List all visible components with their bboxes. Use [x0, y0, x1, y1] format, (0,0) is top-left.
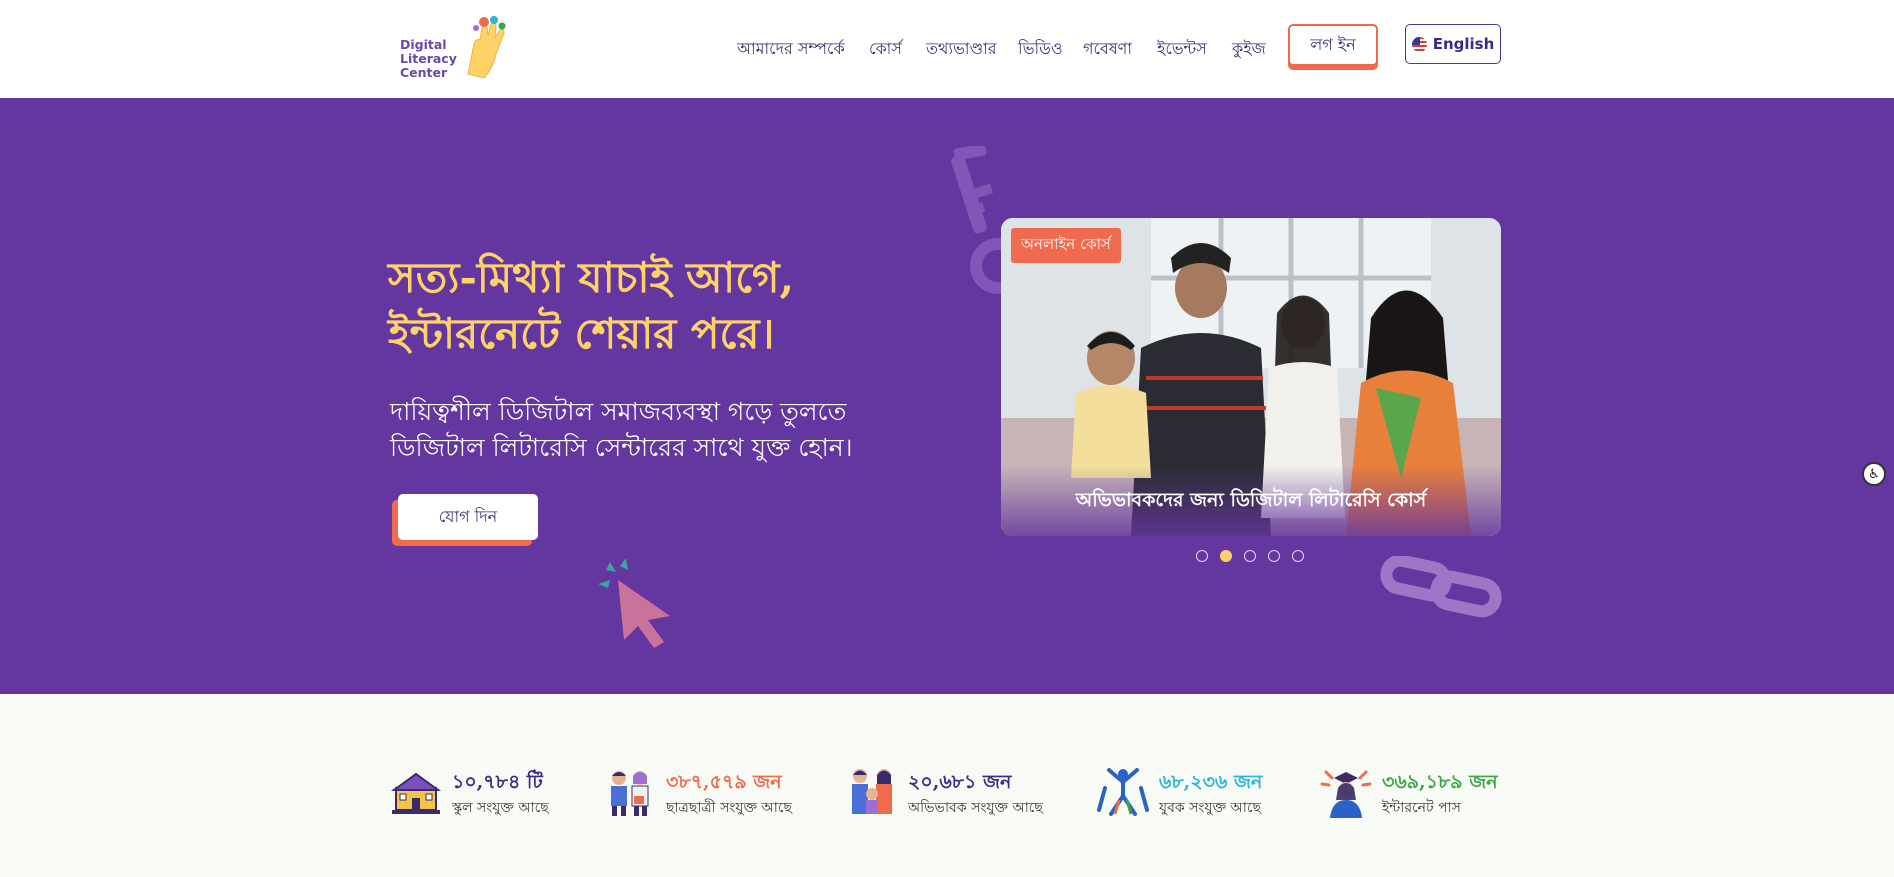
hero-subtitle-line-2: ডিজিটাল লিটারেসি সেন্টারের সাথে যুক্ত হো… — [390, 433, 853, 462]
hero-title: সত্য-মিথ্যা যাচাই আগে, ইন্টারনেটে শেয়ার… — [388, 250, 908, 362]
login-button[interactable]: লগ ইন — [1288, 24, 1378, 66]
nav-item-resources[interactable]: তথ্যভাণ্ডার — [926, 36, 997, 63]
slider-dot[interactable] — [1196, 550, 1208, 562]
site-logo[interactable]: Digital Literacy Center — [398, 14, 508, 82]
hero-title-line-1: সত্য-মিথ্যা যাচাই আগে, — [388, 253, 795, 302]
stat-label: যুবক সংযুক্ত আছে — [1159, 800, 1261, 816]
nav-item-events[interactable]: ইভেন্টস — [1157, 36, 1207, 63]
logo-text: Digital Literacy Center — [400, 37, 457, 80]
language-label: English — [1432, 35, 1495, 53]
slider-dot-active[interactable] — [1220, 550, 1232, 562]
us-flag-icon — [1411, 36, 1427, 52]
slider-dots — [1196, 550, 1304, 562]
language-button[interactable]: English — [1405, 24, 1501, 64]
nav-item-quiz[interactable]: কুইজ — [1232, 36, 1266, 63]
school-icon — [390, 772, 442, 814]
hero-title-line-2: ইন্টারনেটে শেয়ার পরে। — [388, 309, 775, 358]
hero-subtitle: দায়িত্বশীল ডিজিটাল সমাজব্যবস্থা গড়ে তু… — [390, 394, 890, 466]
slide-caption: অভিভাবকদের জন্য ডিজিটাল লিটারেসি কোর্স — [1001, 466, 1501, 536]
stat-label: অভিভাবক সংযুক্ত আছে — [908, 800, 1043, 816]
nav-item-videos[interactable]: ভিডিও — [1018, 36, 1063, 63]
nav-item-courses[interactable]: কোর্স — [869, 36, 902, 63]
stat-label: স্কুল সংযুক্ত আছে — [452, 800, 549, 816]
slider-dot[interactable] — [1244, 550, 1256, 562]
join-button[interactable]: যোগ দিন — [398, 494, 538, 540]
youth-icon — [1097, 768, 1149, 816]
nav-item-research[interactable]: গবেষণা — [1083, 36, 1132, 63]
nav-item-about[interactable]: আমাদের সম্পর্কে — [737, 36, 845, 63]
stat-label: ছাত্রছাত্রী সংযুক্ত আছে — [666, 800, 792, 816]
cursor-decoration-icon — [598, 558, 670, 648]
link-decoration-icon — [1380, 556, 1502, 618]
parents-icon — [852, 769, 892, 814]
hand-logo-icon — [467, 16, 506, 79]
graduate-icon — [1320, 770, 1372, 818]
hero-section: সত্য-মিথ্যা যাচাই আগে, ইন্টারনেটে শেয়ার… — [0, 98, 1894, 694]
slide-badge: অনলাইন কোর্স — [1011, 228, 1121, 263]
hero-subtitle-line-1: দায়িত্বশীল ডিজিটাল সমাজব্যবস্থা গড়ে তু… — [390, 397, 847, 426]
stat-label: ইন্টারনেট পাস — [1382, 800, 1461, 816]
students-icon — [611, 771, 649, 816]
site-header: Digital Literacy Center আমাদের সম্পর্কে … — [0, 0, 1894, 98]
stats-section: ১০,৭৮৪ টি স্কুল সংযুক্ত আছে ৩৮৭,৫৭৯ জন ছ… — [0, 694, 1894, 877]
hero-slide[interactable]: অনলাইন কোর্স অভিভাবকদের জন্য ডিজিটাল লিট… — [1001, 218, 1501, 536]
slider-dot[interactable] — [1292, 550, 1304, 562]
accessibility-icon[interactable]: ♿ — [1862, 462, 1886, 486]
slider-dot[interactable] — [1268, 550, 1280, 562]
